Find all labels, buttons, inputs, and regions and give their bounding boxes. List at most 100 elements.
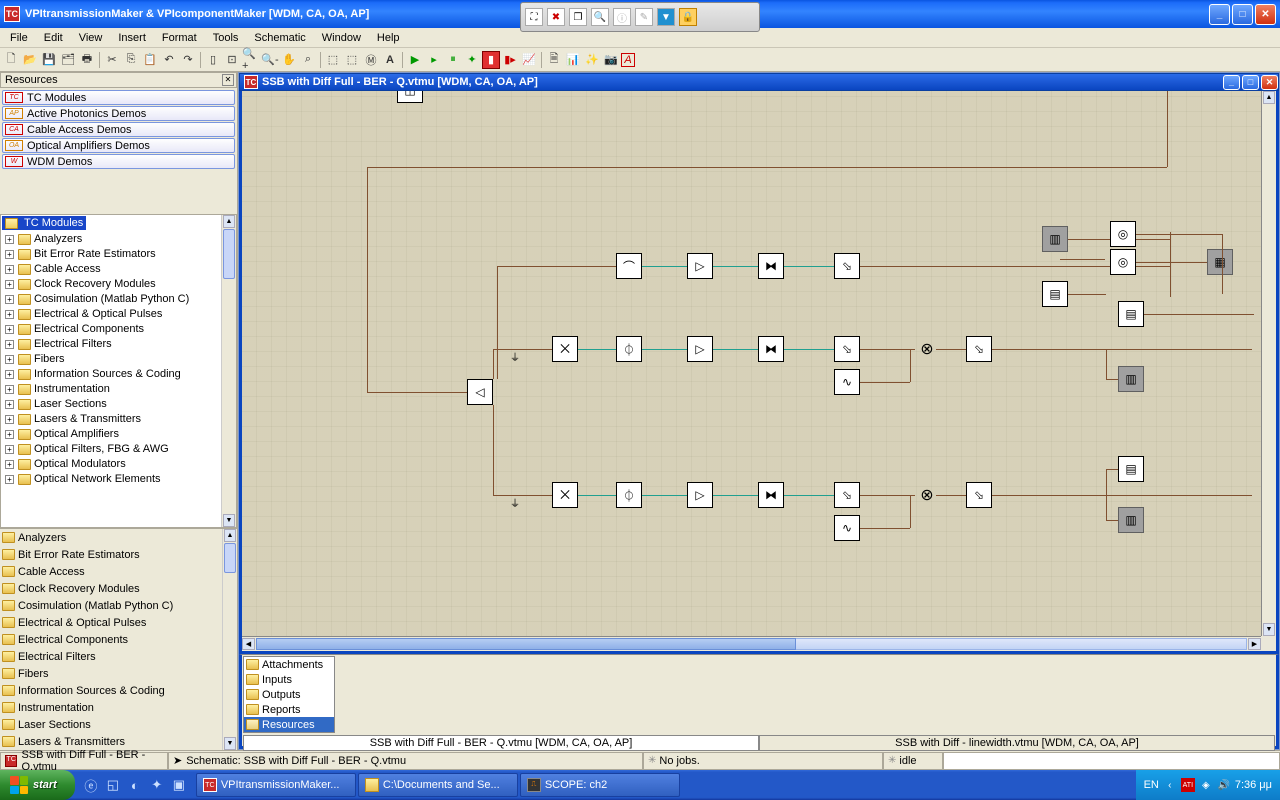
tb-hier-icon[interactable]: ⬚: [324, 51, 342, 69]
start-button[interactable]: start: [0, 770, 75, 800]
schematic-hscrollbar[interactable]: ◀▶: [242, 636, 1261, 651]
tb-chart-icon[interactable]: 📊: [564, 51, 582, 69]
tb-print-icon[interactable]: 🖶: [78, 51, 96, 69]
ft-icon-lock[interactable]: 🔒: [679, 8, 697, 26]
task-item[interactable]: ⎍SCOPE: ch2: [520, 773, 680, 797]
ft-icon-remove[interactable]: ✖: [547, 8, 565, 26]
block-coupler-m[interactable]: ⨉: [552, 336, 578, 362]
expand-icon[interactable]: +: [5, 310, 14, 319]
expand-icon[interactable]: +: [5, 325, 14, 334]
flat-item[interactable]: Cosimulation (Matlab Python C): [0, 597, 222, 614]
tree-item[interactable]: +Cable Access: [1, 262, 221, 277]
menu-insert[interactable]: Insert: [110, 30, 154, 46]
expand-icon[interactable]: +: [5, 355, 14, 364]
block-meter-1[interactable]: ▤: [1042, 281, 1068, 307]
tb-texta-icon[interactable]: A: [381, 51, 399, 69]
block-grid-1[interactable]: ▦: [1207, 249, 1233, 275]
attach-item[interactable]: Inputs: [244, 672, 334, 687]
tree-item[interactable]: +Fibers: [1, 352, 221, 367]
block-spec-l[interactable]: ▥: [1118, 507, 1144, 533]
tree-root[interactable]: TC Modules: [2, 216, 86, 230]
tray-chevron-icon[interactable]: ‹: [1163, 778, 1177, 792]
flat-item[interactable]: Clock Recovery Modules: [0, 580, 222, 597]
expand-icon[interactable]: +: [5, 235, 14, 244]
tb-saveall-icon[interactable]: 🗂: [59, 51, 77, 69]
attach-item[interactable]: Resources: [244, 717, 334, 732]
block-top[interactable]: ◫: [397, 91, 423, 103]
resource-cat[interactable]: CACable Access Demos: [2, 122, 235, 137]
block-delay-m[interactable]: ⏀: [616, 336, 642, 362]
block-amp-l[interactable]: ▷: [687, 482, 713, 508]
block-spec-m[interactable]: ▥: [1118, 366, 1144, 392]
tray-shield-icon[interactable]: ◈: [1199, 778, 1213, 792]
ql-app1-icon[interactable]: ◐: [125, 774, 145, 796]
block-osc-l[interactable]: ∿: [834, 515, 860, 541]
attach-item[interactable]: Reports: [244, 702, 334, 717]
menu-file[interactable]: File: [2, 30, 36, 46]
flat-item[interactable]: Cable Access: [0, 563, 222, 580]
block-lpf-1[interactable]: ⬂: [834, 253, 860, 279]
tb-save-icon[interactable]: 💾: [40, 51, 58, 69]
clock[interactable]: 7:36 μμ: [1235, 779, 1272, 791]
menu-tools[interactable]: Tools: [205, 30, 247, 46]
tree-item[interactable]: +Optical Network Elements: [1, 472, 221, 487]
tb-zoomin-icon[interactable]: 🔍+: [242, 51, 260, 69]
ft-icon-info[interactable]: ⓘ: [613, 8, 631, 26]
menu-edit[interactable]: Edit: [36, 30, 71, 46]
menu-help[interactable]: Help: [369, 30, 408, 46]
task-item[interactable]: C:\Documents and Se...: [358, 773, 518, 797]
tb-note-icon[interactable]: 🗎: [545, 51, 563, 69]
maximize-button[interactable]: □: [1232, 4, 1253, 25]
tb-stop-icon[interactable]: ▮: [482, 51, 500, 69]
tb-zoomfit-icon[interactable]: ⊡: [223, 51, 241, 69]
expand-icon[interactable]: +: [5, 370, 14, 379]
tb-wand-icon[interactable]: ✨: [583, 51, 601, 69]
attach-item[interactable]: Attachments: [244, 657, 334, 672]
block-pd-1[interactable]: ⧓: [758, 253, 784, 279]
expand-icon[interactable]: +: [5, 415, 14, 424]
block-meter-1b[interactable]: ▤: [1118, 301, 1144, 327]
resource-cat[interactable]: APActive Photonics Demos: [2, 106, 235, 121]
tray-vol-icon[interactable]: 🔊: [1217, 778, 1231, 792]
tb-copy-icon[interactable]: ⎘: [122, 51, 140, 69]
expand-icon[interactable]: +: [5, 445, 14, 454]
tree-item[interactable]: +Information Sources & Coding: [1, 367, 221, 382]
tb-cut-icon[interactable]: ✂: [103, 51, 121, 69]
resources-close-icon[interactable]: ✕: [222, 74, 234, 86]
tree-item[interactable]: +Optical Modulators: [1, 457, 221, 472]
tb-camera-icon[interactable]: 📷: [602, 51, 620, 69]
tb-open-icon[interactable]: 📂: [21, 51, 39, 69]
flat-list[interactable]: AnalyzersBit Error Rate EstimatorsCable …: [0, 528, 237, 750]
block-scope-1[interactable]: ◎: [1110, 221, 1136, 247]
block-delay-l[interactable]: ⏀: [616, 482, 642, 508]
tree-item[interactable]: +Clock Recovery Modules: [1, 277, 221, 292]
menu-format[interactable]: Format: [154, 30, 205, 46]
doc-tab[interactable]: SSB with Diff Full - BER - Q.vtmu [WDM, …: [243, 735, 759, 751]
expand-icon[interactable]: +: [5, 460, 14, 469]
menu-schematic[interactable]: Schematic: [246, 30, 313, 46]
tree-scrollbar[interactable]: ▲▼: [221, 215, 236, 527]
flat-item[interactable]: Instrumentation: [0, 699, 222, 716]
resource-cat[interactable]: OAOptical Amplifiers Demos: [2, 138, 235, 153]
task-item[interactable]: TCVPItransmissionMaker...: [196, 773, 356, 797]
block-lpf-l2[interactable]: ⬂: [966, 482, 992, 508]
block-amp-m[interactable]: ▷: [687, 336, 713, 362]
tree-item[interactable]: +Electrical Components: [1, 322, 221, 337]
tree-item[interactable]: +Optical Amplifiers: [1, 427, 221, 442]
tb-redo-icon[interactable]: ↷: [179, 51, 197, 69]
flat-item[interactable]: Fibers: [0, 665, 222, 682]
block-amp-1[interactable]: ▷: [687, 253, 713, 279]
block-spec-1[interactable]: ▥: [1042, 226, 1068, 252]
block-osc-m[interactable]: ∿: [834, 369, 860, 395]
expand-icon[interactable]: +: [5, 475, 14, 484]
tb-paste-icon[interactable]: 📋: [141, 51, 159, 69]
tree-item[interactable]: +Electrical Filters: [1, 337, 221, 352]
tb-zoomout-icon[interactable]: 🔍-: [261, 51, 279, 69]
doc-close-button[interactable]: ✕: [1261, 75, 1278, 90]
tree-item[interactable]: +Bit Error Rate Estimators: [1, 247, 221, 262]
ft-icon-zoom[interactable]: 🔍: [591, 8, 609, 26]
flat-item[interactable]: Electrical Components: [0, 631, 222, 648]
flat-item[interactable]: Bit Error Rate Estimators: [0, 546, 222, 563]
doc-minimize-button[interactable]: _: [1223, 75, 1240, 90]
tray-ati-icon[interactable]: ATI: [1181, 778, 1195, 792]
